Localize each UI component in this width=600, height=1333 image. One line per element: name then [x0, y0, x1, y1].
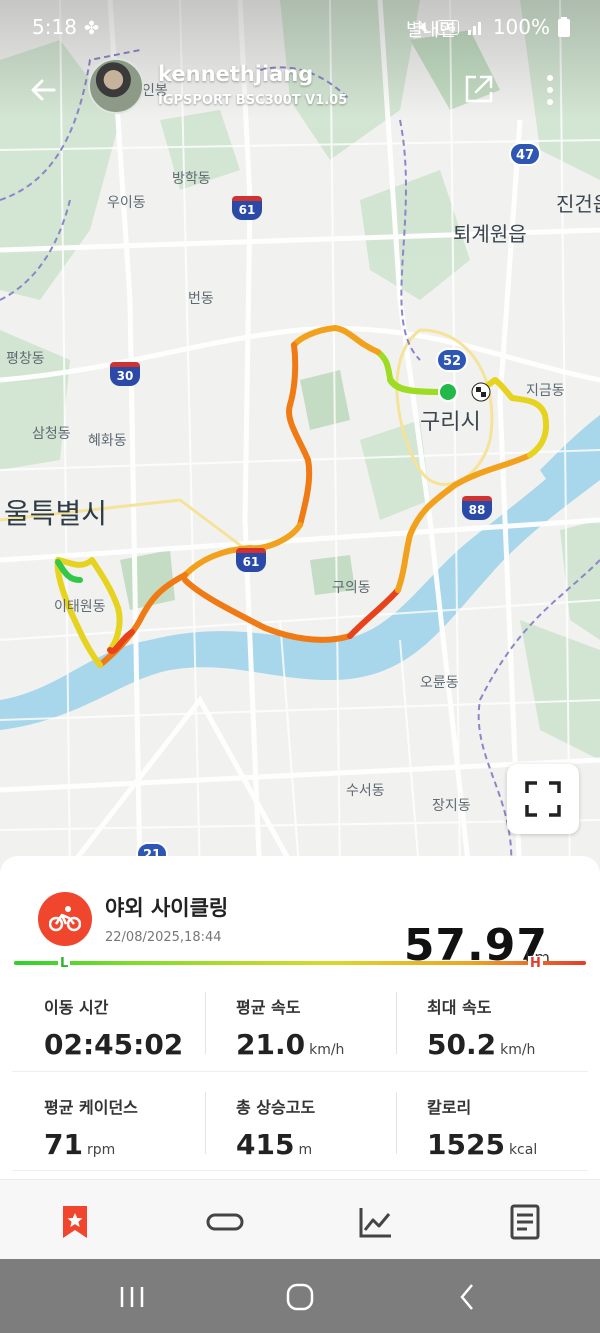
map-place-label: 오륜동: [420, 675, 459, 691]
activity-date: 22/08/2025,18:44: [105, 930, 222, 945]
stat-value: 21.0: [236, 1028, 306, 1061]
distance-block: 57.97 km: [380, 886, 600, 971]
map-place-label: 이태원동: [54, 599, 106, 615]
finish-flag-icon: [471, 382, 491, 402]
map-place-label: 혜화동: [88, 433, 127, 449]
divider: [396, 992, 397, 1054]
stat-label: 평균 속도: [236, 998, 301, 1017]
divider: [396, 1092, 397, 1154]
activity-title: 야외 사이클링: [105, 896, 229, 920]
divider: [205, 1092, 206, 1154]
road-shield-highway: 30: [110, 362, 140, 386]
stat-value: 50.2: [427, 1028, 497, 1061]
stat-value: 71: [44, 1128, 83, 1161]
battery-percent: 100%: [492, 15, 550, 39]
legend-high-label: H: [528, 956, 543, 971]
legend-low-label: L: [58, 956, 71, 971]
stat-value: 02:45:02: [44, 1028, 184, 1061]
summary-tab[interactable]: [55, 1202, 95, 1242]
back-button[interactable]: [24, 70, 64, 110]
mute-icon: 🔇︎: [419, 17, 430, 36]
map-place-label: 우이동: [107, 195, 146, 211]
stat-elevation-gain: 총 상승고도 415 m: [236, 1094, 426, 1174]
road-shield-highway: 61: [236, 548, 266, 572]
bookmark-star-icon: [63, 1206, 87, 1238]
chart-tab[interactable]: [355, 1202, 395, 1242]
road-shield-national: 47: [509, 142, 541, 166]
back-arrow-icon: [31, 79, 56, 101]
summary-panel: 야외 사이클링 22/08/2025,18:44 57.97 km L H 이동…: [0, 856, 600, 1179]
share-button[interactable]: [462, 72, 496, 106]
stat-unit: m: [298, 1142, 313, 1158]
home-icon: [286, 1283, 314, 1311]
pinwheel-icon: ✤: [84, 18, 100, 39]
road-shield-highway: 61: [232, 196, 262, 220]
more-vert-icon: [547, 75, 553, 105]
laps-tab[interactable]: [205, 1202, 245, 1242]
avatar[interactable]: [88, 58, 144, 114]
stat-value: 415: [236, 1128, 295, 1161]
map-place-label: 지금동: [526, 383, 565, 399]
fullscreen-icon: [525, 781, 561, 817]
map-place-label: 퇴계원읍: [453, 222, 527, 246]
line-chart-icon: [359, 1208, 391, 1238]
stat-max-speed: 최대 속도 50.2 km/h: [427, 994, 600, 1074]
activity-type-badge: [38, 892, 92, 946]
map-place-label: 구리시: [420, 410, 481, 435]
back-nav-button[interactable]: [448, 1281, 488, 1313]
recents-icon: [120, 1287, 144, 1307]
stat-unit: km/h: [500, 1042, 536, 1058]
back-chevron-icon: [460, 1284, 473, 1310]
stat-label: 칼로리: [427, 1098, 472, 1117]
divider: [205, 992, 206, 1054]
lap-loop-icon: [206, 1213, 244, 1231]
stat-label: 최대 속도: [427, 998, 492, 1017]
map-place-label: 수서동: [346, 783, 385, 799]
stat-value: 1525: [427, 1128, 505, 1161]
home-button[interactable]: [280, 1281, 320, 1313]
stat-unit: kcal: [508, 1142, 538, 1158]
stat-calories: 칼로리 1525 kcal: [427, 1094, 600, 1174]
map-place-label: 울특별시: [4, 497, 108, 530]
speed-legend-bar: [14, 961, 586, 965]
divider: [12, 1170, 588, 1171]
system-navigation-bar: [0, 1259, 600, 1333]
map-place-label: 진건읍: [556, 192, 600, 216]
map-place-label: 평창동: [6, 351, 45, 367]
details-tab[interactable]: [505, 1202, 545, 1242]
share-icon: [465, 75, 493, 103]
document-icon: [510, 1204, 540, 1240]
bottom-tab-bar: [0, 1179, 600, 1259]
signal-icon: [467, 22, 481, 35]
cycling-icon: [49, 906, 81, 932]
status-time: 5:18: [32, 15, 77, 39]
start-marker: [438, 382, 458, 402]
more-options-button[interactable]: [538, 70, 562, 110]
stat-label: 총 상승고도: [236, 1098, 316, 1117]
fullscreen-button[interactable]: [507, 764, 579, 834]
stat-unit: km/h: [309, 1042, 345, 1058]
recents-button[interactable]: [112, 1281, 152, 1313]
map-place-label: 삼청동: [32, 426, 71, 442]
map-place-label: 구의동: [332, 580, 371, 596]
map-place-label: 장지동: [432, 798, 471, 814]
route-map[interactable]: 인봉 방학동 우이동 번동 평창동 삼청동 혜화동 울특별시 이태원동 구의동 …: [0, 0, 600, 880]
stat-unit: rpm: [86, 1142, 116, 1158]
activity-header: kennethjiang IGPSPORT BSC300T V1.05: [0, 56, 600, 122]
username: kennethjiang: [158, 62, 314, 86]
map-place-label: 번동: [188, 291, 214, 307]
road-shield-highway: 88: [462, 496, 492, 520]
device-name: IGPSPORT BSC300T V1.05: [158, 93, 348, 108]
divider: [12, 1071, 588, 1072]
network-type: 5G: [437, 19, 459, 35]
status-bar: 5:18 ✤ 🔇︎ 5G 100%: [0, 0, 600, 56]
battery-icon: [558, 17, 570, 37]
stat-avg-speed: 평균 속도 21.0 km/h: [236, 994, 426, 1074]
road-shield-national: 52: [436, 348, 468, 372]
map-place-label: 방학동: [172, 171, 211, 187]
